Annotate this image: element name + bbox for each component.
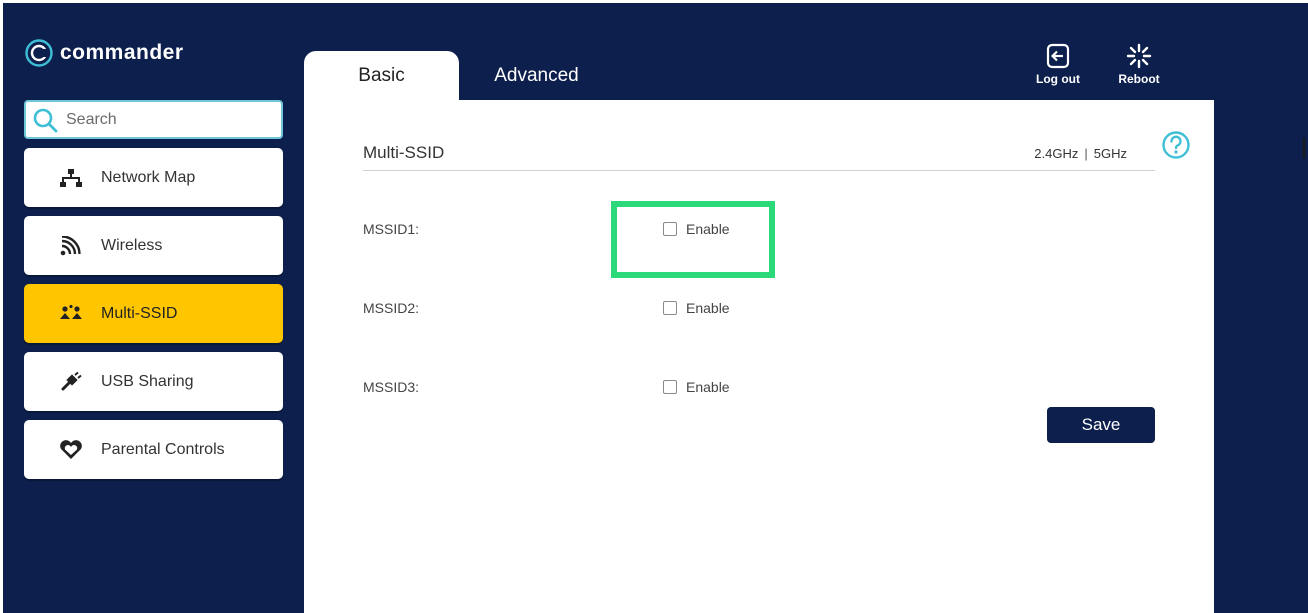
mssid1-enable-checkbox[interactable]: Enable [663, 221, 730, 237]
band-5ghz[interactable]: 5GHz [1094, 146, 1127, 161]
save-button[interactable]: Save [1047, 407, 1155, 443]
band-separator: | [1084, 146, 1088, 161]
logout-button[interactable]: Log out [1028, 43, 1088, 86]
sidebar-item-label: Wireless [101, 236, 163, 254]
network-map-icon [60, 168, 82, 187]
heart-shield-icon [60, 439, 82, 459]
logout-label: Log out [1036, 72, 1080, 86]
reboot-icon [1126, 43, 1152, 69]
mssid2-enable-checkbox[interactable]: Enable [663, 300, 730, 316]
top-edge [0, 0, 1308, 3]
main-panel: Multi-SSID 2.4GHz | 5GHz MSSID1: Enable MS… [304, 100, 1214, 613]
checkbox-box[interactable] [663, 301, 677, 315]
usb-icon [61, 371, 82, 390]
band-selector: 2.4GHz | 5GHz [1034, 146, 1127, 161]
sidebar-item-label: Parental Controls [101, 440, 225, 458]
mssid1-label: MSSID1: [363, 221, 420, 237]
help-icon[interactable] [1161, 130, 1191, 160]
sidebar-item-network-map[interactable]: Network Map [24, 148, 283, 207]
reboot-button[interactable]: Reboot [1109, 43, 1169, 86]
commander-logo-icon [25, 39, 53, 67]
brand-logo: commander [24, 38, 184, 68]
checkbox-box[interactable] [663, 380, 677, 394]
highlight-box [611, 201, 775, 278]
enable-label: Enable [686, 300, 730, 316]
sidebar-item-multi-ssid[interactable]: Multi-SSID [24, 284, 283, 343]
section-title: Multi-SSID [363, 143, 445, 162]
sidebar-item-wireless[interactable]: Wireless [24, 216, 283, 275]
search-icon [33, 108, 58, 132]
sidebar-item-label: USB Sharing [101, 372, 194, 390]
enable-label: Enable [686, 379, 730, 395]
enable-label: Enable [686, 221, 730, 237]
sidebar-item-parental-controls[interactable]: Parental Controls [24, 420, 283, 479]
brand-name: commander [60, 41, 184, 64]
search-box[interactable] [24, 100, 283, 139]
section-divider [363, 170, 1155, 171]
mssid3-enable-checkbox[interactable]: Enable [663, 379, 730, 395]
mssid3-label: MSSID3: [363, 379, 420, 395]
edge-mark [1303, 138, 1305, 158]
search-input[interactable] [66, 110, 266, 129]
reboot-label: Reboot [1118, 72, 1160, 86]
tab-advanced[interactable]: Advanced [459, 51, 614, 101]
checkbox-box[interactable] [663, 222, 677, 236]
sidebar-item-usb-sharing[interactable]: USB Sharing [24, 352, 283, 411]
sidebar-item-label: Network Map [101, 168, 196, 186]
multi-ssid-icon [60, 304, 82, 319]
band-2-4ghz[interactable]: 2.4GHz [1034, 146, 1078, 161]
logout-icon [1046, 43, 1070, 69]
mssid2-label: MSSID2: [363, 300, 420, 316]
wireless-icon [60, 235, 81, 255]
sidebar-item-label: Multi-SSID [101, 304, 178, 322]
tab-basic[interactable]: Basic [304, 51, 459, 101]
router-admin-app: commander Network Map [0, 0, 1308, 613]
left-edge [0, 0, 3, 613]
